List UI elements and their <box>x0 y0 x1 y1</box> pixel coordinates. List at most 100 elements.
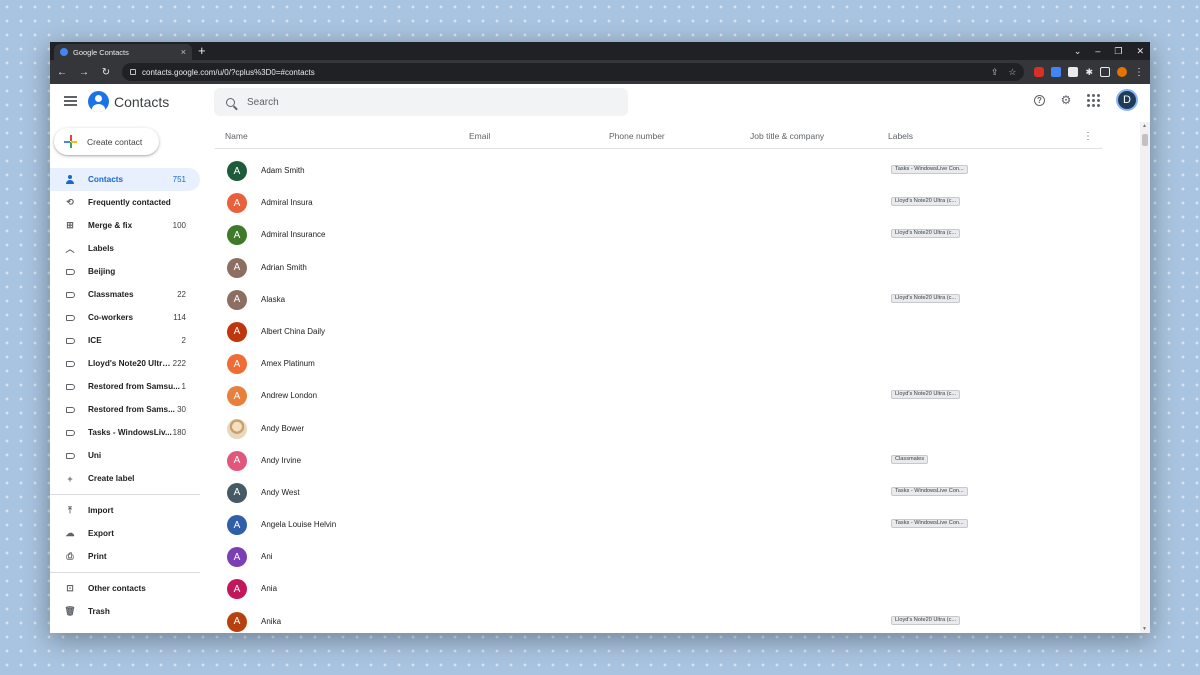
sidebar-item-contacts[interactable]: Contacts 751 <box>50 168 200 191</box>
contact-avatar[interactable]: A <box>227 482 247 503</box>
url-bar[interactable]: contacts.google.com/u/0/?cplus%3D0=#cont… <box>122 63 1025 81</box>
sidebar-item-other-contacts[interactable]: ⊡ Other contacts <box>50 577 200 600</box>
create-contact-button[interactable]: Create contact <box>54 128 159 155</box>
settings-gear-icon[interactable]: ⚙ <box>1059 93 1073 107</box>
main-menu-icon[interactable] <box>64 96 77 106</box>
table-row[interactable]: A Alaska Lloyd's Note20 Ultra (c... <box>215 285 1102 317</box>
sidebar-item-export[interactable]: ☁ Export <box>50 522 200 545</box>
sidebar-item-label-uni[interactable]: Uni <box>50 444 200 467</box>
tab-close-icon[interactable]: × <box>181 47 186 57</box>
forward-arrow-icon[interactable]: → <box>78 67 90 78</box>
table-row[interactable]: A Anika Lloyd's Note20 Ultra (c... <box>215 607 1102 633</box>
contact-avatar[interactable]: A <box>227 193 247 214</box>
scroll-down-icon[interactable]: ▼ <box>1142 626 1147 632</box>
sidebar-item-print[interactable]: ⎙ Print <box>50 545 200 568</box>
share-icon[interactable]: ⇪ <box>991 67 999 78</box>
table-row[interactable]: A Andy Irvine Classmates <box>215 446 1102 478</box>
tab-search-icon[interactable]: ⌄ <box>1074 46 1082 57</box>
browser-profile-avatar[interactable] <box>1117 67 1127 77</box>
reload-icon[interactable]: ↻ <box>100 67 112 78</box>
contact-avatar[interactable]: A <box>227 579 247 600</box>
sidebar-item-import[interactable]: ⤒ Import <box>50 499 200 522</box>
sidebar-item-label-restored-1[interactable]: Restored from Samsu... 1 <box>50 375 200 398</box>
table-row[interactable]: A Amex Platinum <box>215 349 1102 381</box>
table-row[interactable]: A Andy West Tasks - WindowsLive Con... <box>215 478 1102 510</box>
column-header-name[interactable]: Name <box>225 131 248 141</box>
label-chip[interactable]: Tasks - WindowsLive Con... <box>891 486 968 496</box>
label-tag-icon <box>65 336 75 346</box>
search-bar[interactable] <box>214 88 628 116</box>
contact-avatar[interactable]: A <box>227 321 247 342</box>
sidebar-item-label-ice[interactable]: ICE 2 <box>50 329 200 352</box>
sidebar-item-label-beijing[interactable]: Beijing <box>50 260 200 283</box>
contact-avatar[interactable]: A <box>227 354 247 375</box>
table-row[interactable]: A Adam Smith Tasks - WindowsLive Con... <box>215 156 1102 188</box>
table-row[interactable]: A Adrian Smith <box>215 253 1102 285</box>
sidebar-item-label-tasks[interactable]: Tasks - WindowsLiv... 180 <box>50 421 200 444</box>
app-title[interactable]: Contacts <box>114 94 169 110</box>
back-arrow-icon[interactable]: ← <box>56 67 68 78</box>
chevron-up-icon[interactable]: ︿ <box>65 244 75 254</box>
extensions-puzzle-icon[interactable]: ✱ <box>1085 67 1093 77</box>
bookmark-star-icon[interactable]: ☆ <box>1008 67 1016 78</box>
contact-avatar[interactable]: A <box>227 450 247 471</box>
contact-avatar[interactable]: A <box>227 611 247 632</box>
contacts-logo-icon[interactable] <box>88 91 109 112</box>
table-row[interactable]: A Admiral Insurance Lloyd's Note20 Ultra (… <box>215 220 1102 252</box>
sidebar-item-label-lloyds-note20[interactable]: Lloyd's Note20 Ultra... 222 <box>50 352 200 375</box>
scrollbar[interactable]: ▲ ▼ <box>1140 122 1150 633</box>
google-apps-icon[interactable] <box>1087 93 1100 107</box>
create-label-button[interactable]: + Create label <box>50 467 200 490</box>
contact-avatar[interactable]: A <box>227 515 247 536</box>
lock-icon[interactable] <box>130 69 136 75</box>
contact-photo-avatar[interactable] <box>227 418 247 439</box>
sidebar-item-label-coworkers[interactable]: Co-workers 114 <box>50 306 200 329</box>
sidebar-item-trash[interactable]: 🗑 Trash <box>50 600 200 623</box>
extension-blue-icon[interactable] <box>1051 67 1062 77</box>
restore-button[interactable]: ❐ <box>1114 46 1122 57</box>
sidebar-item-frequently-contacted[interactable]: ⟲ Frequently contacted <box>50 191 200 214</box>
contact-avatar[interactable]: A <box>227 547 247 568</box>
account-avatar[interactable]: D <box>1116 89 1138 111</box>
browser-menu-icon[interactable]: ⋮ <box>1134 67 1144 78</box>
label-chip[interactable]: Lloyd's Note20 Ultra (c... <box>891 615 961 625</box>
side-panel-icon[interactable] <box>1100 67 1110 77</box>
sidebar-item-merge-fix[interactable]: ⊞ Merge & fix 100 <box>50 214 200 237</box>
new-tab-button[interactable]: + <box>198 43 206 59</box>
help-icon[interactable]: ? <box>1034 94 1045 106</box>
label-chip[interactable]: Tasks - WindowsLive Con... <box>891 519 968 529</box>
adblock-extension-icon[interactable] <box>1034 67 1045 77</box>
extension-white-icon[interactable] <box>1068 67 1079 77</box>
table-row[interactable]: A Admiral Insura Lloyd's Note20 Ultra (c..… <box>215 188 1102 220</box>
contact-avatar[interactable]: A <box>227 289 247 310</box>
minimize-button[interactable]: – <box>1095 46 1100 56</box>
more-options-icon[interactable]: ⋮ <box>1083 131 1093 142</box>
label-chip[interactable]: Lloyd's Note20 Ultra (c... <box>891 293 961 303</box>
scroll-up-icon[interactable]: ▲ <box>1142 123 1147 129</box>
table-row[interactable]: A Ania <box>215 574 1102 606</box>
sidebar-item-count: 222 <box>172 359 186 368</box>
label-chip[interactable]: Lloyd's Note20 Ultra (c... <box>891 229 961 239</box>
label-chip[interactable]: Lloyd's Note20 Ultra (c... <box>891 197 961 207</box>
table-row[interactable]: Andy Bower <box>215 414 1102 446</box>
browser-tab[interactable]: Google Contacts × <box>54 44 192 60</box>
sidebar-item-label-classmates[interactable]: Classmates 22 <box>50 283 200 306</box>
url-text[interactable]: contacts.google.com/u/0/?cplus%3D0=#cont… <box>142 68 985 77</box>
label-chip[interactable]: Classmates <box>891 454 929 464</box>
table-row[interactable]: A Andrew London Lloyd's Note20 Ultra (c... <box>215 381 1102 413</box>
table-row[interactable]: A Albert China Daily <box>215 317 1102 349</box>
labels-header[interactable]: ︿ Labels <box>50 237 200 260</box>
sidebar-item-label-restored-2[interactable]: Restored from Sams... 30 <box>50 398 200 421</box>
close-window-button[interactable]: ✕ <box>1136 46 1144 57</box>
search-icon[interactable] <box>226 97 235 107</box>
table-row[interactable]: A Ani <box>215 542 1102 574</box>
contact-avatar[interactable]: A <box>227 257 247 278</box>
contact-avatar[interactable]: A <box>227 225 247 246</box>
contact-avatar[interactable]: A <box>227 161 247 181</box>
label-chip[interactable]: Tasks - WindowsLive Con... <box>891 165 968 174</box>
search-input[interactable] <box>247 96 616 108</box>
contact-avatar[interactable]: A <box>227 386 247 407</box>
table-row[interactable]: A Angela Louise Helvin Tasks - WindowsLive… <box>215 510 1102 542</box>
scroll-thumb[interactable] <box>1142 134 1148 146</box>
label-chip[interactable]: Lloyd's Note20 Ultra (c... <box>891 390 961 400</box>
